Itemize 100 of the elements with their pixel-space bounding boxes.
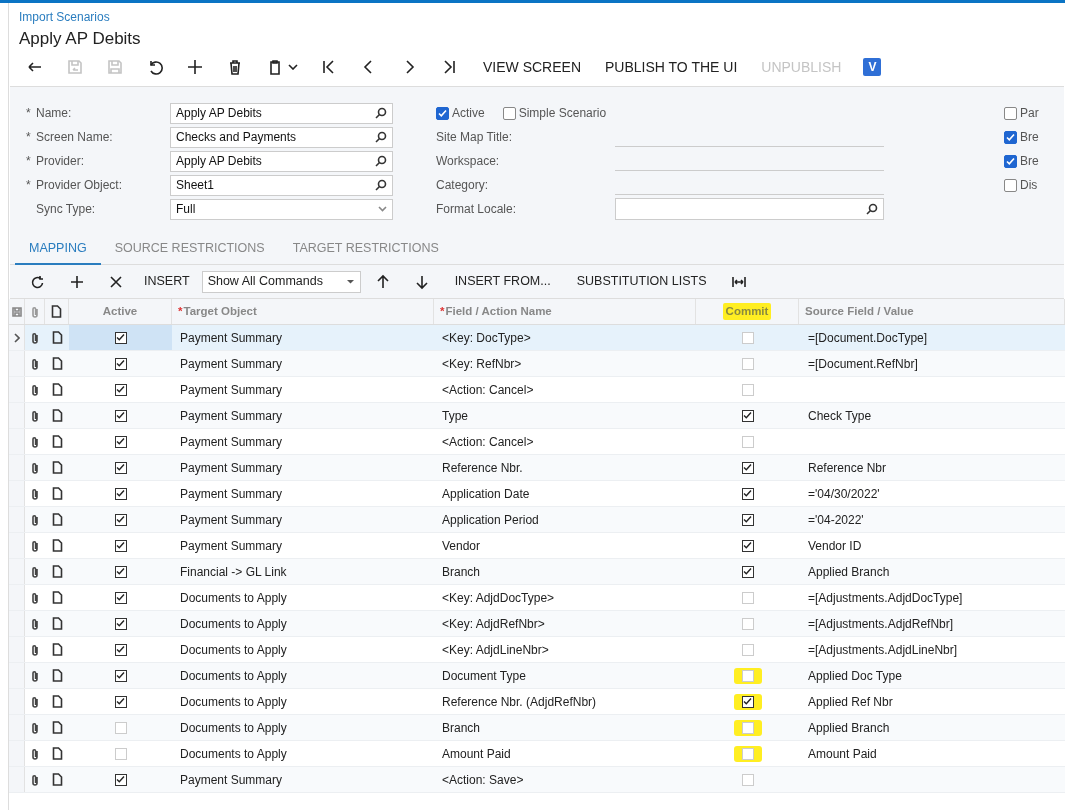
lookup-field[interactable] xyxy=(615,198,884,220)
table-row[interactable]: Payment Summary Type Check Type xyxy=(9,403,1065,429)
toolbar-button[interactable]: PUBLISH TO THE UI xyxy=(593,54,750,80)
document-icon[interactable] xyxy=(51,435,63,448)
document-icon[interactable] xyxy=(51,383,63,396)
checkbox[interactable] xyxy=(114,539,127,552)
checkbox[interactable] xyxy=(114,383,127,396)
checkbox[interactable] xyxy=(114,357,127,370)
table-row[interactable]: Payment Summary <Action: Cancel> xyxy=(9,377,1065,403)
checkbox[interactable] xyxy=(114,617,127,630)
checkbox[interactable] xyxy=(114,513,127,526)
paperclip-icon[interactable] xyxy=(30,695,40,708)
paperclip-icon[interactable] xyxy=(30,721,40,734)
insert-button[interactable]: INSERT xyxy=(135,268,199,295)
table-row[interactable]: Payment Summary Application Date ='04/30/2022' xyxy=(9,481,1065,507)
lookup-field[interactable]: Apply AP Debits xyxy=(170,102,393,124)
paperclip-icon[interactable] xyxy=(30,617,40,630)
insert-from-button[interactable]: INSERT FROM... xyxy=(441,268,564,295)
document-icon[interactable] xyxy=(51,513,63,526)
document-icon[interactable] xyxy=(51,617,63,630)
checkbox[interactable] xyxy=(502,106,516,120)
checkbox[interactable] xyxy=(741,461,754,474)
paperclip-icon[interactable] xyxy=(30,383,40,396)
paperclip-icon[interactable] xyxy=(30,461,40,474)
checkbox[interactable] xyxy=(1004,130,1017,144)
table-row[interactable]: Payment Summary <Key: RefNbr> =[Document.RefNbr] xyxy=(9,351,1065,377)
paperclip-icon[interactable] xyxy=(30,539,40,552)
paperclip-icon[interactable] xyxy=(30,487,40,500)
checkbox[interactable] xyxy=(1004,106,1017,120)
document-icon[interactable] xyxy=(51,695,63,708)
paperclip-icon[interactable] xyxy=(30,565,40,578)
table-row[interactable]: Documents to Apply <Key: AdjdLineNbr> =[Adjustments.AdjdLineNbr] xyxy=(9,637,1065,663)
document-icon[interactable] xyxy=(51,747,63,760)
table-row[interactable]: Payment Summary <Action: Save> xyxy=(9,767,1065,793)
table-row[interactable]: Payment Summary Reference Nbr. Reference Nbr xyxy=(9,455,1065,481)
tab[interactable]: MAPPING xyxy=(15,233,101,265)
document-icon[interactable] xyxy=(51,721,63,734)
row-selector[interactable] xyxy=(9,325,25,350)
paperclip-icon[interactable] xyxy=(30,331,40,344)
paperclip-icon[interactable] xyxy=(30,747,40,760)
table-row[interactable]: Documents to Apply Amount Paid Amount Paid xyxy=(9,741,1065,767)
checkbox[interactable] xyxy=(741,565,754,578)
checkbox[interactable] xyxy=(114,669,127,682)
checkbox[interactable] xyxy=(114,591,127,604)
document-icon[interactable] xyxy=(51,643,63,656)
checkbox[interactable] xyxy=(114,695,127,708)
document-icon[interactable] xyxy=(51,409,63,422)
paperclip-icon[interactable] xyxy=(30,773,40,786)
select-field[interactable]: Full xyxy=(170,198,393,220)
paperclip-icon[interactable] xyxy=(30,591,40,604)
paperclip-icon[interactable] xyxy=(30,513,40,526)
table-row[interactable]: Documents to Apply <Key: AdjdRefNbr> =[Adjustments.AdjdRefNbr] xyxy=(9,611,1065,637)
document-icon[interactable] xyxy=(51,487,63,500)
toolbar-button[interactable]: VIEW SCREEN xyxy=(471,54,593,80)
document-icon[interactable] xyxy=(51,357,63,370)
document-icon[interactable] xyxy=(51,591,63,604)
v-button[interactable]: V xyxy=(863,58,882,76)
table-row[interactable]: Payment Summary <Key: DocType> =[Document.DocType] xyxy=(9,325,1065,351)
checkbox[interactable] xyxy=(741,695,754,708)
filter-dropdown[interactable]: Show All Commands xyxy=(201,270,361,293)
document-icon[interactable] xyxy=(51,565,63,578)
document-icon[interactable] xyxy=(51,539,63,552)
checkbox[interactable] xyxy=(114,331,127,344)
substitution-lists-button[interactable]: SUBSTITUTION LISTS xyxy=(563,268,720,295)
table-row[interactable]: Payment Summary Vendor Vendor ID xyxy=(9,533,1065,559)
checkbox[interactable] xyxy=(1004,154,1017,168)
checkbox[interactable] xyxy=(114,565,127,578)
document-icon[interactable] xyxy=(51,773,63,786)
checkbox[interactable] xyxy=(114,435,127,448)
paperclip-icon[interactable] xyxy=(30,643,40,656)
table-row[interactable]: Documents to Apply Document Type Applied Doc Type xyxy=(9,663,1065,689)
checkbox[interactable] xyxy=(741,487,754,500)
table-row[interactable]: Payment Summary <Action: Cancel> xyxy=(9,429,1065,455)
lookup-field[interactable]: Sheet1 xyxy=(170,174,393,196)
checkbox[interactable] xyxy=(114,487,127,500)
document-icon[interactable] xyxy=(51,331,63,344)
paperclip-icon[interactable] xyxy=(30,357,40,370)
document-icon[interactable] xyxy=(51,669,63,682)
table-row[interactable]: Documents to Apply Reference Nbr. (AdjdRefNbr) Applied Ref Nbr xyxy=(9,689,1065,715)
checkbox[interactable] xyxy=(436,106,449,120)
lookup-field[interactable]: Apply AP Debits xyxy=(170,150,393,172)
checkbox[interactable] xyxy=(741,409,754,422)
paperclip-icon[interactable] xyxy=(30,435,40,448)
checkbox[interactable] xyxy=(114,461,127,474)
document-icon[interactable] xyxy=(51,461,63,474)
lookup-field[interactable]: Checks and Payments xyxy=(170,126,393,148)
paperclip-icon[interactable] xyxy=(30,669,40,682)
checkbox[interactable] xyxy=(114,773,127,786)
checkbox[interactable] xyxy=(1004,178,1017,192)
table-row[interactable]: Documents to Apply <Key: AdjdDocType> =[Adjustments.AdjdDocType] xyxy=(9,585,1065,611)
checkbox[interactable] xyxy=(741,513,754,526)
table-row[interactable]: Payment Summary Application Period ='04-2022' xyxy=(9,507,1065,533)
checkbox[interactable] xyxy=(114,409,127,422)
checkbox-label: Bre xyxy=(1020,129,1039,146)
breadcrumb-link[interactable]: Import Scenarios xyxy=(19,10,1065,25)
table-row[interactable]: Documents to Apply Branch Applied Branch xyxy=(9,715,1065,741)
paperclip-icon[interactable] xyxy=(30,409,40,422)
checkbox[interactable] xyxy=(741,539,754,552)
checkbox[interactable] xyxy=(114,643,127,656)
table-row[interactable]: Financial -> GL Link Branch Applied Branch xyxy=(9,559,1065,585)
